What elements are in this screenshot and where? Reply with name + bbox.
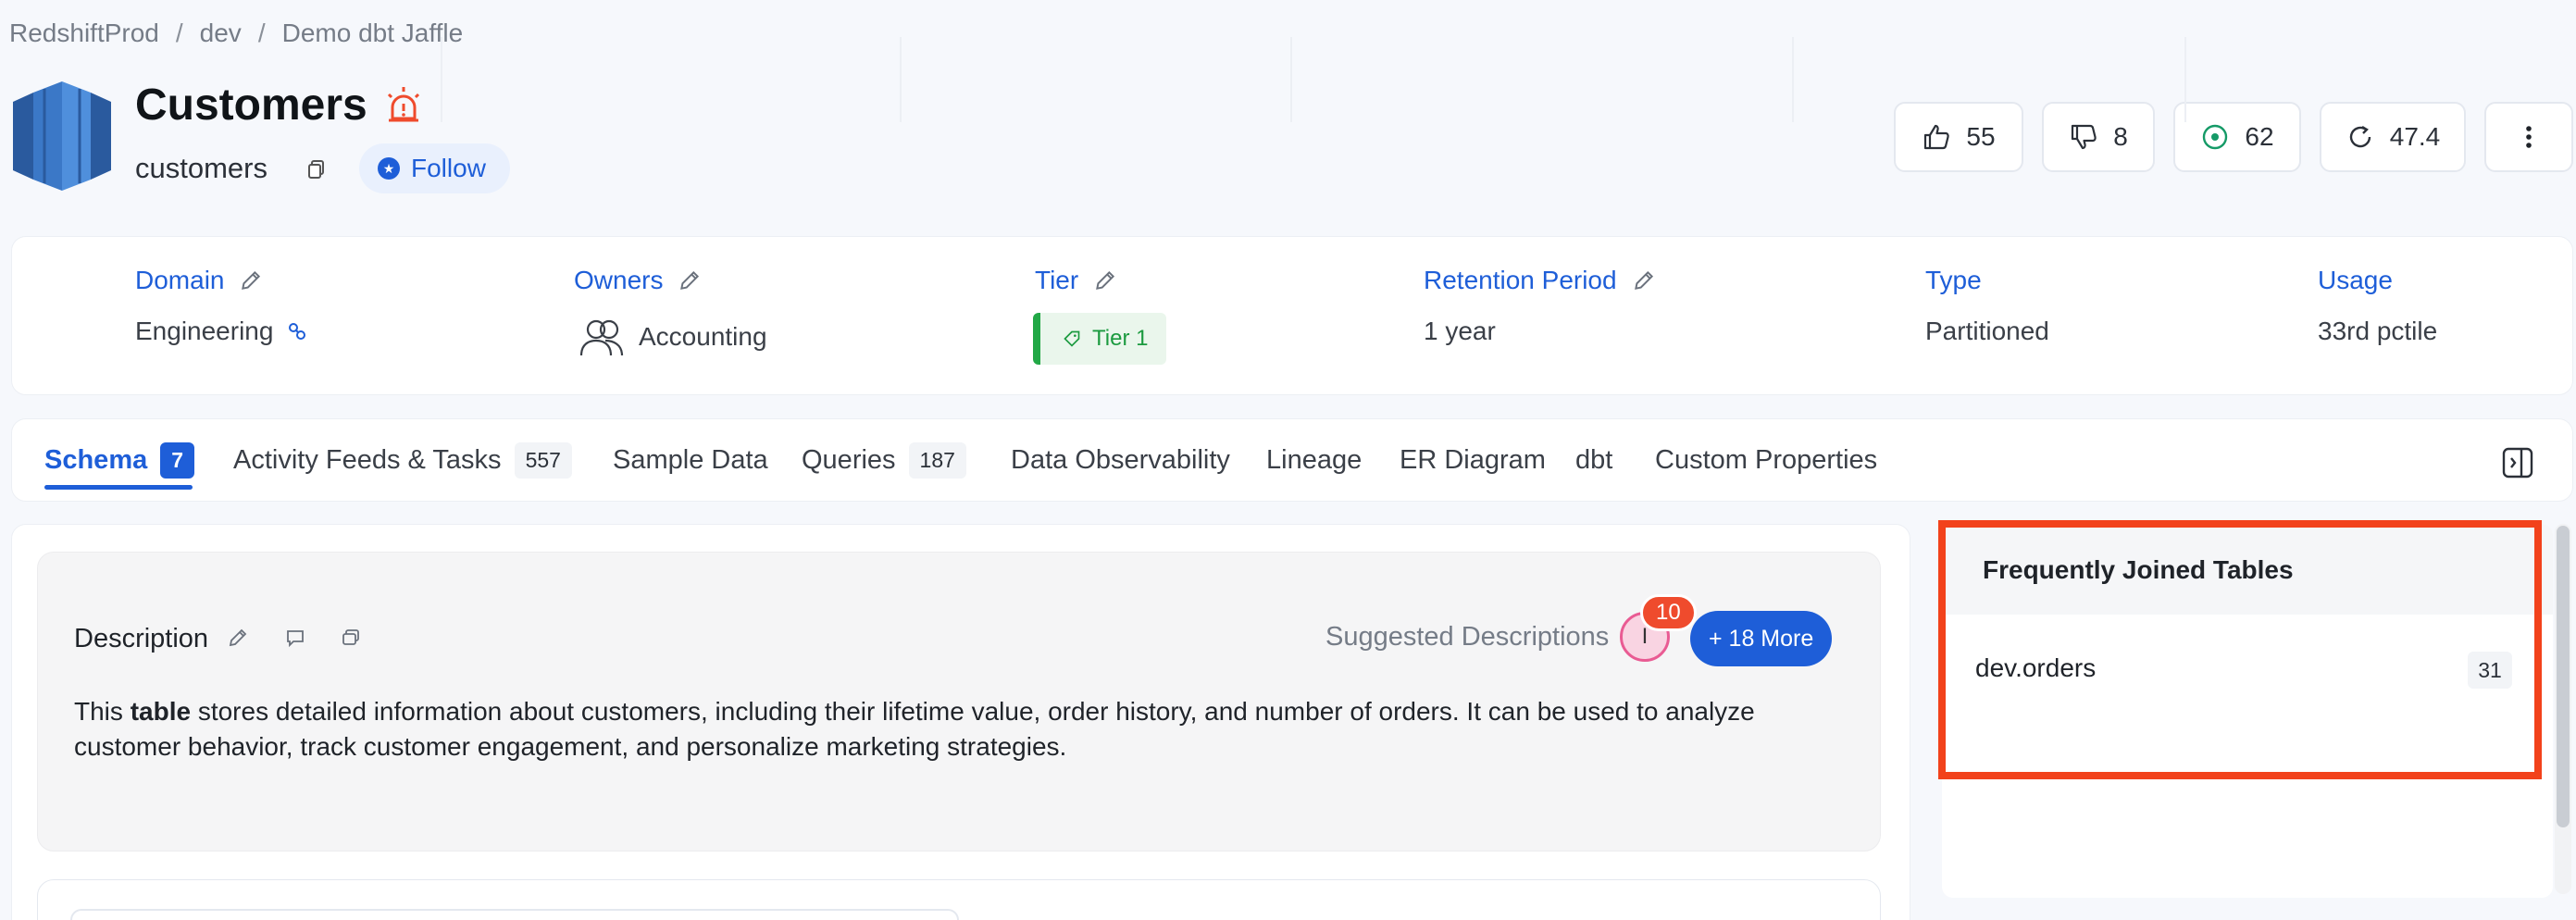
column-search-input[interactable]: [70, 909, 959, 920]
eye-icon: [2203, 124, 2228, 150]
scrollbar-thumb[interactable]: [2557, 526, 2570, 827]
divider: [2184, 37, 2186, 122]
breadcrumb-separator: /: [175, 19, 183, 47]
breadcrumb: RedshiftProd / dev / Demo dbt Jaffle: [9, 19, 463, 48]
panel-toggle-icon[interactable]: [2501, 446, 2534, 479]
edit-domain-icon[interactable]: [239, 268, 263, 292]
divider: [1792, 37, 1794, 122]
edit-description-button[interactable]: [222, 622, 254, 653]
redshift-logo-icon: [13, 81, 111, 191]
owners-label: Owners: [574, 266, 702, 295]
thumbs-down-icon: [2072, 124, 2097, 150]
request-icon: [342, 629, 359, 645]
more-actions-button[interactable]: [2484, 102, 2573, 172]
tab-dbt[interactable]: dbt: [1575, 418, 1612, 502]
divider: [1290, 37, 1292, 122]
like-button[interactable]: 55: [1894, 102, 2023, 172]
tab-sample-data[interactable]: Sample Data: [613, 418, 768, 502]
version-history-icon: [2349, 125, 2371, 148]
version-number: 47.4: [2389, 122, 2441, 151]
follow-label: Follow: [411, 154, 486, 182]
follow-button[interactable]: ★ Follow: [359, 143, 510, 193]
copy-icon: [308, 160, 324, 179]
retention-value: 1 year: [1424, 317, 1496, 345]
dislike-count: 8: [2113, 122, 2128, 151]
entity-info-card: [11, 236, 2573, 395]
tab-count: 557: [514, 441, 572, 479]
copy-button[interactable]: [298, 151, 335, 188]
description-title: Description: [74, 624, 209, 653]
type-value: Partitioned: [1925, 317, 2049, 345]
domain-label: Domain: [135, 266, 263, 295]
tab-lineage[interactable]: Lineage: [1266, 418, 1362, 502]
tab-data-observability[interactable]: Data Observability: [1011, 418, 1230, 502]
entity-fqn: customers: [135, 152, 268, 184]
usage-value: 33rd pctile: [2318, 317, 2438, 345]
alert-siren-icon[interactable]: [381, 83, 426, 128]
suggestion-count-badge: 10: [1640, 594, 1697, 631]
comment-button[interactable]: [280, 622, 311, 653]
tab-activity-feeds[interactable]: Activity Feeds & Tasks 557: [233, 418, 572, 502]
edit-retention-icon[interactable]: [1632, 268, 1656, 292]
page-title: Customers: [135, 81, 367, 130]
tab-er-diagram[interactable]: ER Diagram: [1400, 418, 1546, 502]
tab-queries[interactable]: Queries 187: [802, 418, 966, 502]
edit-tier-icon[interactable]: [1093, 268, 1117, 292]
views-count: 62: [2245, 122, 2274, 151]
star-icon: ★: [378, 157, 400, 180]
tab-custom-properties[interactable]: Custom Properties: [1655, 418, 1877, 502]
description-text: This table stores detailed information a…: [74, 697, 1755, 761]
edit-icon: [229, 628, 247, 647]
highlight-box: [1938, 520, 2542, 779]
tag-icon: [1064, 330, 1080, 347]
request-description-button[interactable]: [335, 622, 367, 653]
usage-label: Usage: [2318, 266, 2393, 294]
active-tab-indicator: [44, 485, 193, 490]
link-icon: [289, 323, 306, 340]
suggested-descriptions-label: Suggested Descriptions: [1325, 622, 1610, 652]
version-button[interactable]: 47.4: [2320, 102, 2466, 172]
like-count: 55: [1966, 122, 1996, 151]
more-vertical-icon: [2526, 126, 2532, 148]
domain-value[interactable]: Engineering: [135, 317, 308, 346]
tab-count: 187: [908, 441, 966, 479]
views-button[interactable]: 62: [2173, 102, 2301, 172]
divider: [900, 37, 902, 122]
comment-icon: [287, 630, 304, 648]
thumbs-up-icon: [1924, 124, 1950, 150]
tier-chip[interactable]: Tier 1: [1033, 313, 1167, 365]
tab-count: 7: [160, 441, 195, 479]
team-icon: [579, 319, 624, 356]
tier-label: Tier: [1035, 266, 1117, 295]
breadcrumb-separator: /: [257, 19, 266, 47]
dislike-button[interactable]: 8: [2042, 102, 2155, 172]
divider: [441, 37, 442, 122]
breadcrumb-item-schema[interactable]: Demo dbt Jaffle: [282, 19, 464, 48]
breadcrumb-item-database[interactable]: dev: [200, 19, 242, 48]
retention-label: Retention Period: [1424, 266, 1656, 295]
type-label: Type: [1925, 266, 1982, 294]
breadcrumb-item-service[interactable]: RedshiftProd: [9, 19, 159, 48]
edit-owners-icon[interactable]: [678, 268, 702, 292]
owners-value[interactable]: Accounting: [578, 317, 767, 357]
more-suggestions-button[interactable]: + 18 More: [1690, 611, 1833, 666]
